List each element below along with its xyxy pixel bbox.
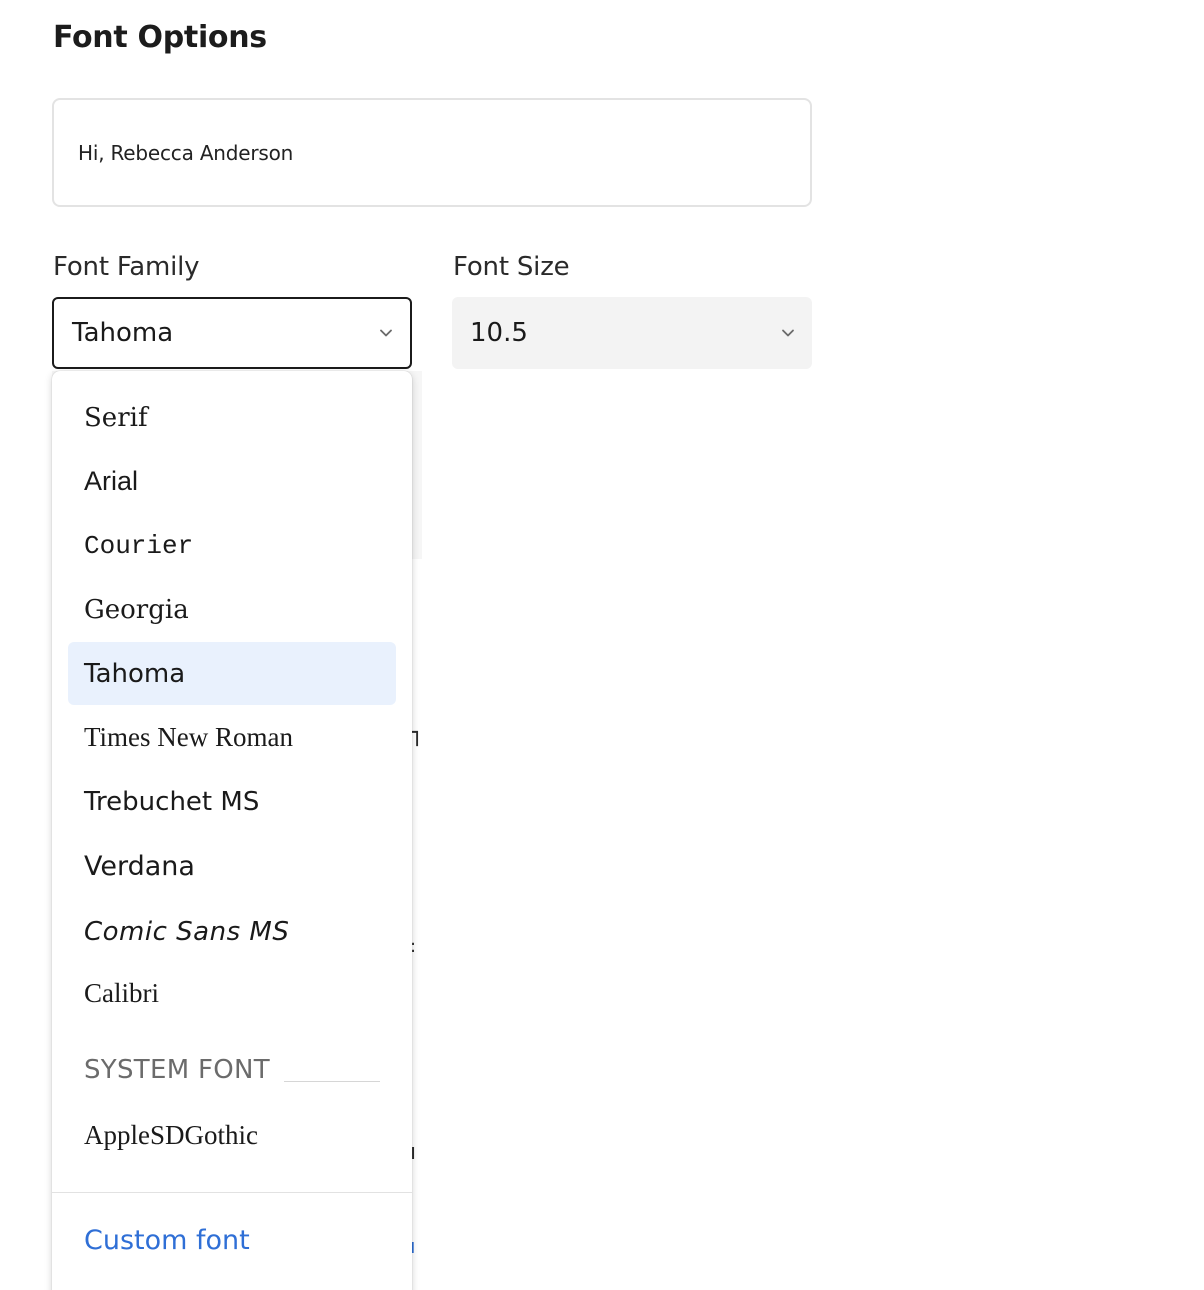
font-option-applesdgothic[interactable]: AppleSDGothic: [68, 1104, 396, 1167]
font-family-dropdown: Serif Arial Courier Georgia Tahoma Times…: [52, 371, 412, 1290]
system-font-group-line: [284, 1081, 380, 1082]
font-option-serif[interactable]: Serif: [68, 386, 396, 449]
font-option-trebuchet-ms[interactable]: Trebuchet MS: [68, 770, 396, 833]
font-option-verdana[interactable]: Verdana: [68, 835, 396, 898]
system-font-group-label: SYSTEM FONT: [84, 1055, 270, 1085]
font-family-value: Tahoma: [72, 318, 174, 348]
font-option-arial[interactable]: Arial: [68, 450, 396, 513]
font-preview-text: Hi, Rebecca Anderson: [78, 141, 294, 165]
font-family-label: Font Family: [53, 252, 200, 282]
font-option-courier[interactable]: Courier: [68, 514, 396, 577]
font-size-label: Font Size: [453, 252, 570, 282]
font-option-tahoma[interactable]: Tahoma: [68, 642, 396, 705]
font-option-times-new-roman[interactable]: Times New Roman: [68, 706, 396, 769]
font-size-value: 10.5: [470, 318, 528, 348]
font-option-georgia[interactable]: Georgia: [68, 578, 396, 641]
font-family-select[interactable]: Tahoma: [52, 297, 412, 369]
obscured-glyph: ┐: [410, 718, 425, 746]
page-title: Font Options: [53, 20, 267, 55]
font-option-comic-sans-ms[interactable]: Comic Sans MS: [68, 900, 396, 963]
font-option-calibri[interactable]: Calibri: [68, 962, 396, 1025]
chevron-down-icon: [380, 329, 392, 337]
font-size-select[interactable]: 10.5: [452, 297, 812, 369]
font-options-page: Font Options Hi, Rebecca Anderson Font F…: [0, 0, 1204, 1290]
chevron-down-icon: [782, 329, 794, 337]
font-preview-box: Hi, Rebecca Anderson: [52, 98, 812, 207]
dropdown-divider: [52, 1192, 412, 1193]
custom-font-link[interactable]: Custom font: [84, 1225, 250, 1256]
